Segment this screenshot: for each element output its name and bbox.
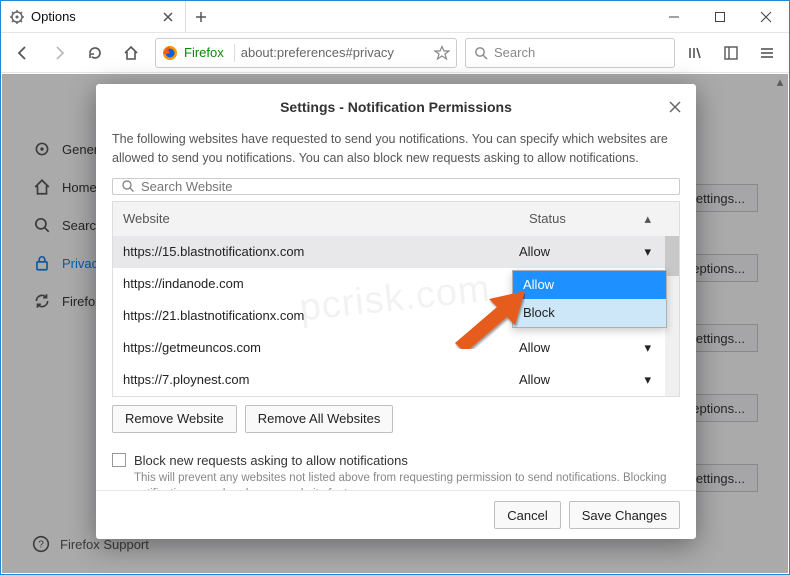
sidebar-button[interactable]	[715, 38, 747, 68]
cell-website: https://21.blastnotificationx.com	[123, 308, 519, 323]
chevron-down-icon: ▾	[644, 340, 651, 356]
tab-options[interactable]: Options	[1, 1, 186, 32]
tab-strip: Options	[1, 1, 651, 32]
cancel-button[interactable]: Cancel	[494, 501, 560, 529]
search-box[interactable]: Search	[465, 38, 675, 68]
checkbox-icon[interactable]	[112, 453, 126, 467]
minimize-button[interactable]	[651, 1, 697, 33]
firefox-icon	[162, 45, 178, 61]
back-button[interactable]	[7, 38, 39, 68]
url-text: about:preferences#privacy	[241, 45, 428, 60]
search-icon	[121, 179, 135, 193]
search-website-input[interactable]	[141, 179, 671, 194]
new-tab-button[interactable]	[186, 1, 216, 32]
block-new-requests-checkbox[interactable]: Block new requests asking to allow notif…	[112, 453, 680, 468]
search-placeholder: Search	[494, 45, 535, 60]
scrollbar-thumb[interactable]	[665, 236, 679, 276]
search-icon	[474, 46, 488, 60]
table-actions: Remove Website Remove All Websites	[112, 405, 680, 433]
save-changes-button[interactable]: Save Changes	[569, 501, 680, 529]
status-dropdown[interactable]: Allow▾	[519, 372, 669, 388]
column-website[interactable]: Website	[123, 211, 529, 226]
dialog-description: The following websites have requested to…	[112, 130, 680, 168]
close-window-button[interactable]	[743, 1, 789, 33]
cell-website: https://15.blastnotificationx.com	[123, 244, 519, 259]
table-row[interactable]: https://15.blastnotificationx.com Allow …	[113, 236, 679, 268]
dialog-body: The following websites have requested to…	[96, 130, 696, 490]
close-icon[interactable]	[161, 10, 175, 24]
reload-button[interactable]	[79, 38, 111, 68]
status-dropdown[interactable]: Allow▾	[519, 340, 669, 356]
separator	[234, 44, 235, 62]
status-dropdown-menu: Allow Block	[512, 270, 667, 328]
home-button[interactable]	[115, 38, 147, 68]
tab-title: Options	[31, 9, 155, 24]
maximize-button[interactable]	[697, 1, 743, 33]
table-header: Website Status ▴	[113, 202, 679, 236]
nav-toolbar: Firefox about:preferences#privacy Search	[1, 33, 789, 73]
remove-website-button[interactable]: Remove Website	[112, 405, 237, 433]
table-row[interactable]: https://7.ploynest.com Allow▾	[113, 364, 679, 396]
url-bar[interactable]: Firefox about:preferences#privacy	[155, 38, 457, 68]
bookmark-star-icon[interactable]	[434, 45, 450, 61]
identity-label: Firefox	[184, 45, 224, 60]
chevron-down-icon: ▾	[644, 372, 651, 388]
column-status[interactable]: Status ▴	[529, 211, 669, 227]
window-controls	[651, 1, 789, 32]
remove-all-websites-button[interactable]: Remove All Websites	[245, 405, 394, 433]
dropdown-option-allow[interactable]: Allow	[513, 271, 666, 299]
table-scrollbar[interactable]	[665, 236, 679, 396]
checkbox-description: This will prevent any websites not liste…	[134, 470, 680, 491]
sort-up-icon: ▴	[644, 211, 651, 227]
checkbox-label: Block new requests asking to allow notif…	[134, 453, 408, 468]
forward-button[interactable]	[43, 38, 75, 68]
cell-website: https://indanode.com	[123, 276, 519, 291]
gear-icon	[9, 9, 25, 25]
table-body: https://15.blastnotificationx.com Allow …	[113, 236, 679, 396]
cell-website: https://7.ploynest.com	[123, 372, 519, 387]
dropdown-option-block[interactable]: Block	[513, 299, 666, 327]
status-dropdown[interactable]: Allow ▾	[519, 244, 669, 260]
dialog-header: Settings - Notification Permissions	[96, 84, 696, 130]
browser-window: Options Firefox about:prefer	[0, 0, 790, 575]
dialog-search[interactable]	[112, 178, 680, 195]
dialog-title: Settings - Notification Permissions	[280, 99, 512, 115]
dialog-footer: Cancel Save Changes	[96, 490, 696, 539]
cell-website: https://getmeuncos.com	[123, 340, 519, 355]
close-icon[interactable]	[664, 96, 686, 118]
menu-button[interactable]	[751, 38, 783, 68]
notification-permissions-dialog: Settings - Notification Permissions The …	[96, 84, 696, 539]
chevron-down-icon: ▾	[644, 244, 651, 260]
titlebar: Options	[1, 1, 789, 33]
permissions-table: Website Status ▴ https://15.blastnotific…	[112, 201, 680, 397]
library-button[interactable]	[679, 38, 711, 68]
table-row[interactable]: https://getmeuncos.com Allow▾	[113, 332, 679, 364]
